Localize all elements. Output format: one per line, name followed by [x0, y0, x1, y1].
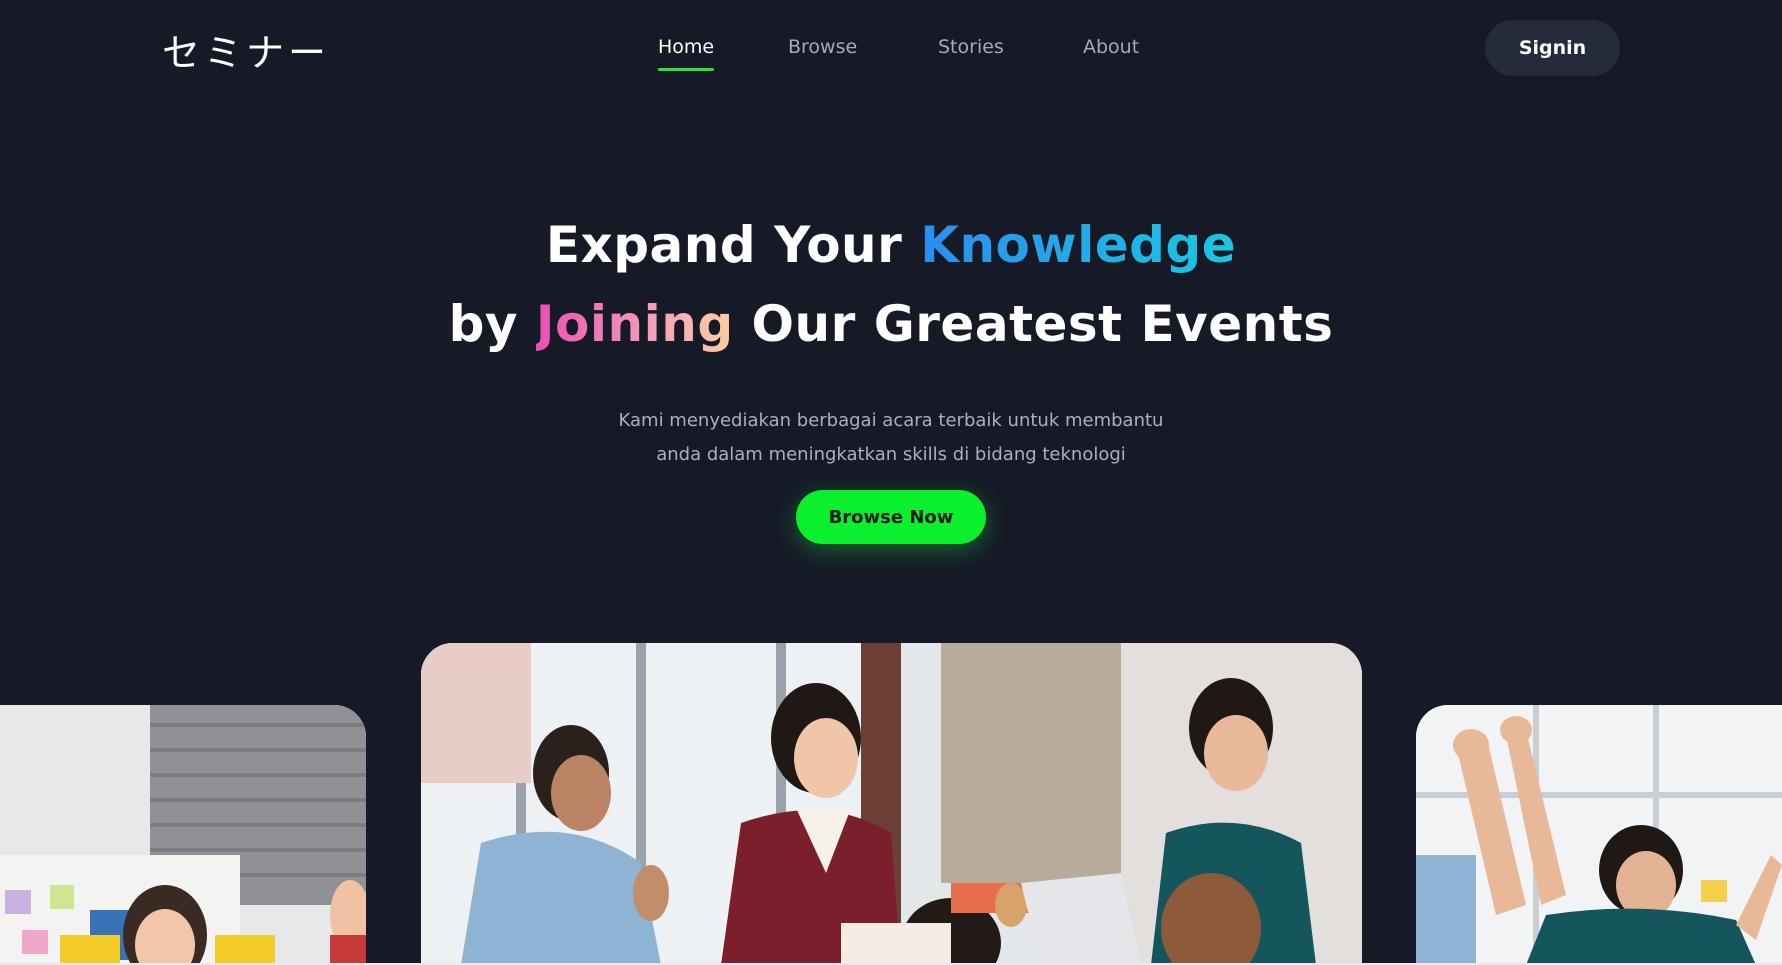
signin-button[interactable]: Signin — [1485, 20, 1620, 76]
hero-title-line-2: by Joining Our Greatest Events — [0, 295, 1782, 353]
hero-subtitle-line-2: anda dalam meningkatkan skills di bidang… — [656, 444, 1126, 465]
photo-illustration — [421, 643, 1362, 965]
nav-item-stories[interactable]: Stories — [938, 36, 1004, 58]
active-indicator — [658, 68, 715, 71]
hero-highlight-knowledge: Knowledge — [920, 216, 1237, 274]
event-photo-left[interactable] — [0, 705, 366, 965]
nav-item-label: About — [1083, 36, 1140, 58]
photo-illustration — [0, 705, 366, 965]
photo-illustration — [1416, 705, 1782, 965]
event-photo-right[interactable] — [1416, 705, 1782, 965]
nav-item-label: Home — [658, 36, 715, 58]
nav-item-about[interactable]: About — [1083, 36, 1139, 58]
nav-item-label: Stories — [938, 36, 1004, 58]
hero-subtitle-line-1: Kami menyediakan berbagai acara terbaik … — [618, 410, 1164, 431]
hero-title-text: Expand Your — [545, 216, 921, 274]
nav-item-label: Browse — [788, 36, 858, 58]
hero-title-text: Our Greatest Events — [733, 295, 1334, 353]
nav-item-home[interactable]: Home — [658, 36, 715, 71]
event-photo-center[interactable] — [421, 643, 1362, 965]
page: セミナー Home Browse Stories About Signin Ex… — [0, 0, 1782, 965]
hero-title-text: by — [448, 295, 536, 353]
hero-highlight-joining: Joining — [535, 295, 734, 353]
nav-item-browse[interactable]: Browse — [788, 36, 857, 58]
hero-subtitle: Kami menyediakan berbagai acara terbaik … — [0, 404, 1782, 472]
hero-title-line-1: Expand Your Knowledge — [0, 216, 1782, 274]
browse-now-button[interactable]: Browse Now — [796, 490, 986, 544]
